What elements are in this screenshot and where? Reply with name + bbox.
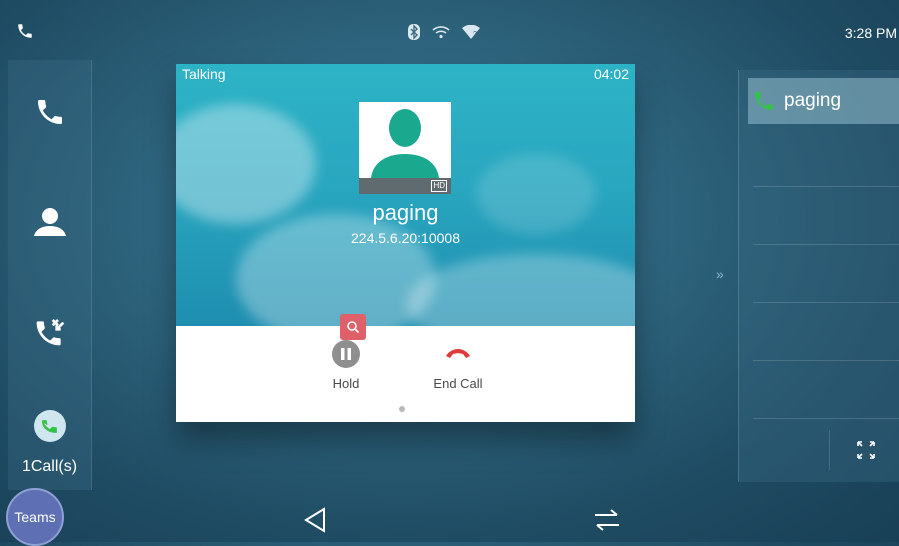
switch-icon[interactable]	[592, 506, 622, 534]
sidebar-item-calls[interactable]	[8, 396, 91, 456]
phone-icon	[37, 100, 62, 124]
call-background: Talking 04:02 HD paging 224.5.6.20:10008	[176, 64, 635, 326]
status-icons: ?	[408, 24, 480, 40]
wifi-question-icon: ?	[462, 25, 480, 39]
svg-text:?: ?	[473, 31, 477, 38]
contact-icon	[33, 208, 66, 236]
bluetooth-icon	[408, 24, 420, 40]
line-panel: paging	[738, 70, 899, 482]
divider	[753, 360, 899, 361]
calls-count[interactable]: 1Call(s)	[8, 458, 91, 476]
hd-bar: HD	[359, 178, 451, 194]
panel-toggle-chevrons[interactable]: »	[716, 266, 724, 282]
pause-icon	[332, 340, 360, 368]
end-call-button[interactable]: End Call	[426, 340, 490, 391]
sidebar-item-contacts[interactable]	[8, 192, 91, 252]
back-icon[interactable]	[302, 506, 328, 534]
expand-button[interactable]	[829, 430, 899, 470]
divider	[753, 186, 899, 187]
search-icon	[347, 321, 360, 334]
divider	[753, 244, 899, 245]
divider	[753, 418, 899, 419]
search-button[interactable]	[340, 314, 366, 340]
teams-button[interactable]: Teams	[6, 488, 64, 546]
call-history-icon	[36, 319, 64, 346]
divider	[753, 302, 899, 303]
line-label: paging	[784, 90, 842, 111]
hd-badge: HD	[431, 180, 447, 192]
sidebar-item-history[interactable]	[8, 302, 91, 362]
status-bar: ? 3:28 PM	[0, 0, 899, 58]
call-status: Talking	[182, 66, 226, 82]
clock: 3:28 PM	[844, 25, 897, 41]
line-item-paging[interactable]: paging	[748, 78, 899, 124]
bottom-nav-bar: Teams	[0, 488, 899, 546]
sidebar-item-dial[interactable]	[8, 82, 91, 142]
person-icon	[371, 109, 439, 178]
call-actions: Hold End Call	[176, 314, 635, 422]
end-call-label: End Call	[433, 376, 483, 391]
page-indicator	[399, 406, 405, 412]
active-call-icon	[33, 410, 66, 442]
hold-label: Hold	[332, 376, 360, 391]
hold-button[interactable]: Hold	[326, 340, 366, 391]
sidebar: 1Call(s)	[8, 60, 92, 490]
end-call-icon	[446, 349, 470, 358]
caller-number: 224.5.6.20:10008	[351, 230, 460, 246]
caller-avatar: HD	[359, 102, 451, 194]
expand-icon	[856, 441, 875, 459]
wifi-icon	[432, 26, 450, 39]
call-card: Talking 04:02 HD paging 224.5.6.20:10008	[176, 64, 635, 422]
phone-icon	[18, 24, 32, 38]
call-timer: 04:02	[593, 66, 629, 82]
caller-name: paging	[372, 200, 439, 225]
phone-icon	[755, 92, 773, 110]
